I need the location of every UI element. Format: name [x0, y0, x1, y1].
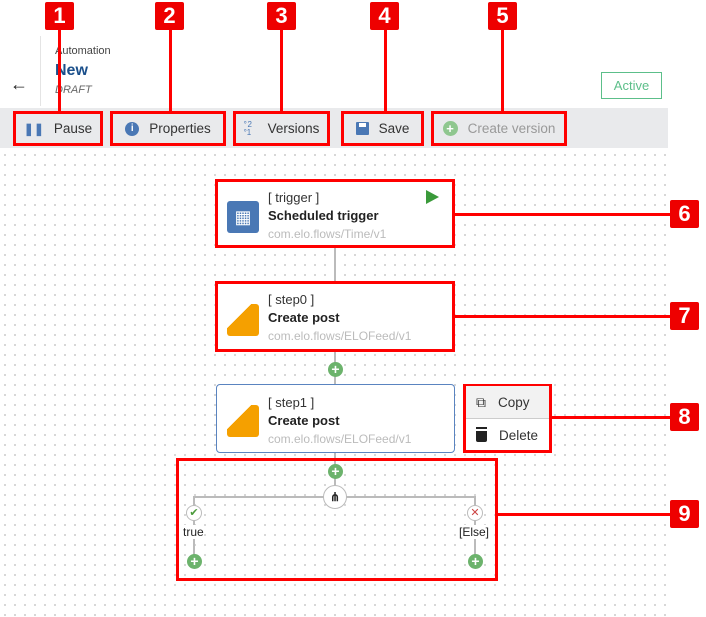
callout-line [501, 30, 504, 111]
back-button[interactable]: ← [10, 74, 28, 95]
close-icon: ✕ [467, 505, 483, 521]
properties-button[interactable]: i Properties [110, 111, 226, 146]
pause-button[interactable]: ❚❚ Pause [13, 111, 103, 146]
callout-6: 6 [670, 200, 699, 228]
callout-line [58, 30, 61, 111]
save-icon [355, 122, 369, 135]
calendar-clock-icon: ▦ [227, 201, 259, 233]
play-icon[interactable] [426, 190, 439, 204]
copy-icon: ⧉ [476, 393, 486, 410]
add-true-step-button[interactable]: + [187, 554, 202, 569]
trash-icon [476, 429, 487, 442]
callout-line [169, 30, 172, 111]
callout-4: 4 [370, 2, 399, 30]
callout-line [280, 30, 283, 111]
add-step-button[interactable]: + [328, 464, 343, 479]
info-icon: i [125, 121, 140, 136]
add-step-button[interactable]: + [328, 362, 343, 377]
plus-circle-icon: + [442, 121, 458, 136]
status-badge[interactable]: Active [601, 72, 662, 99]
callout-9: 9 [670, 500, 699, 528]
callout-line [455, 213, 670, 216]
callout-line [384, 30, 387, 111]
callout-8: 8 [670, 403, 699, 431]
true-branch-label: true [183, 525, 204, 539]
callout-line [552, 416, 670, 419]
versions-icon: ° 2 °1 [243, 119, 252, 137]
check-icon: ✔ [186, 505, 202, 521]
trigger-node[interactable]: ▦ [ trigger ] Scheduled trigger com.elo.… [215, 179, 455, 248]
step0-node[interactable]: [ step0 ] Create post com.elo.flows/ELOF… [215, 281, 455, 352]
elo-feed-icon [227, 304, 259, 336]
pause-icon: ❚❚ [23, 121, 44, 136]
callout-5: 5 [488, 2, 517, 30]
split-icon[interactable]: ⋔ [323, 485, 347, 509]
callout-7: 7 [670, 302, 699, 330]
versions-button[interactable]: ° 2 °1 Versions [233, 111, 330, 146]
create-version-button[interactable]: + Create version [431, 111, 567, 146]
save-button[interactable]: Save [341, 111, 424, 146]
connector [334, 248, 336, 282]
arrow-left-icon: ← [10, 74, 28, 94]
callout-2: 2 [155, 2, 184, 30]
copy-menu-item[interactable]: ⧉ Copy [466, 386, 549, 419]
delete-menu-item[interactable]: Delete [466, 419, 549, 452]
elo-feed-icon [227, 405, 259, 437]
callout-line [455, 315, 670, 318]
header-divider [40, 36, 41, 106]
step1-node[interactable]: [ step1 ] Create post com.elo.flows/ELOF… [216, 384, 455, 453]
else-branch-label: [Else] [459, 525, 490, 539]
callout-3: 3 [267, 2, 296, 30]
callout-line [498, 513, 670, 516]
add-else-step-button[interactable]: + [468, 554, 483, 569]
callout-1: 1 [45, 2, 74, 30]
section-label: Automation [55, 45, 111, 57]
